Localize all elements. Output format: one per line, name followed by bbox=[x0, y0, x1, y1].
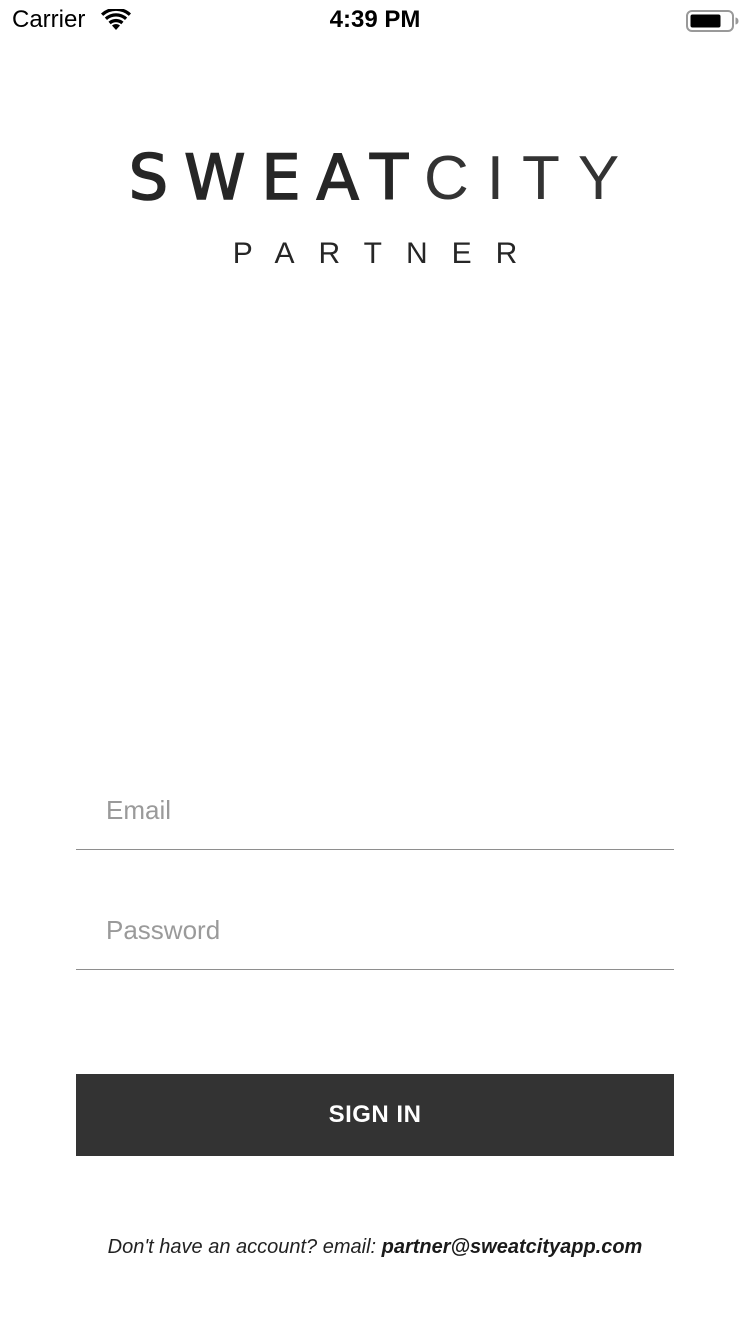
email-field[interactable] bbox=[106, 788, 646, 832]
logo-word-city: CITY bbox=[424, 144, 638, 213]
logo-subtitle: PARTNER bbox=[232, 237, 542, 270]
email-field-container bbox=[76, 770, 674, 850]
sign-in-button[interactable]: SIGN IN bbox=[76, 1074, 674, 1156]
password-field[interactable] bbox=[106, 908, 646, 952]
logo-word-sweat: SWEAT bbox=[128, 140, 425, 215]
status-bar: Carrier 4:39 PM bbox=[0, 0, 750, 40]
password-field-container bbox=[76, 890, 674, 970]
sweatcity-logo: SWEATCITY PARTNER bbox=[0, 138, 750, 271]
logo-wordmark: SWEATCITY bbox=[0, 138, 750, 219]
sign-in-form bbox=[76, 770, 674, 1010]
signup-note: Don't have an account? email: partner@sw… bbox=[0, 1236, 750, 1259]
signup-prompt: Don't have an account? email: bbox=[107, 1236, 382, 1258]
partner-email-link[interactable]: partner@sweatcityapp.com bbox=[382, 1236, 643, 1258]
battery-icon bbox=[686, 10, 739, 32]
status-time: 4:39 PM bbox=[329, 6, 421, 33]
